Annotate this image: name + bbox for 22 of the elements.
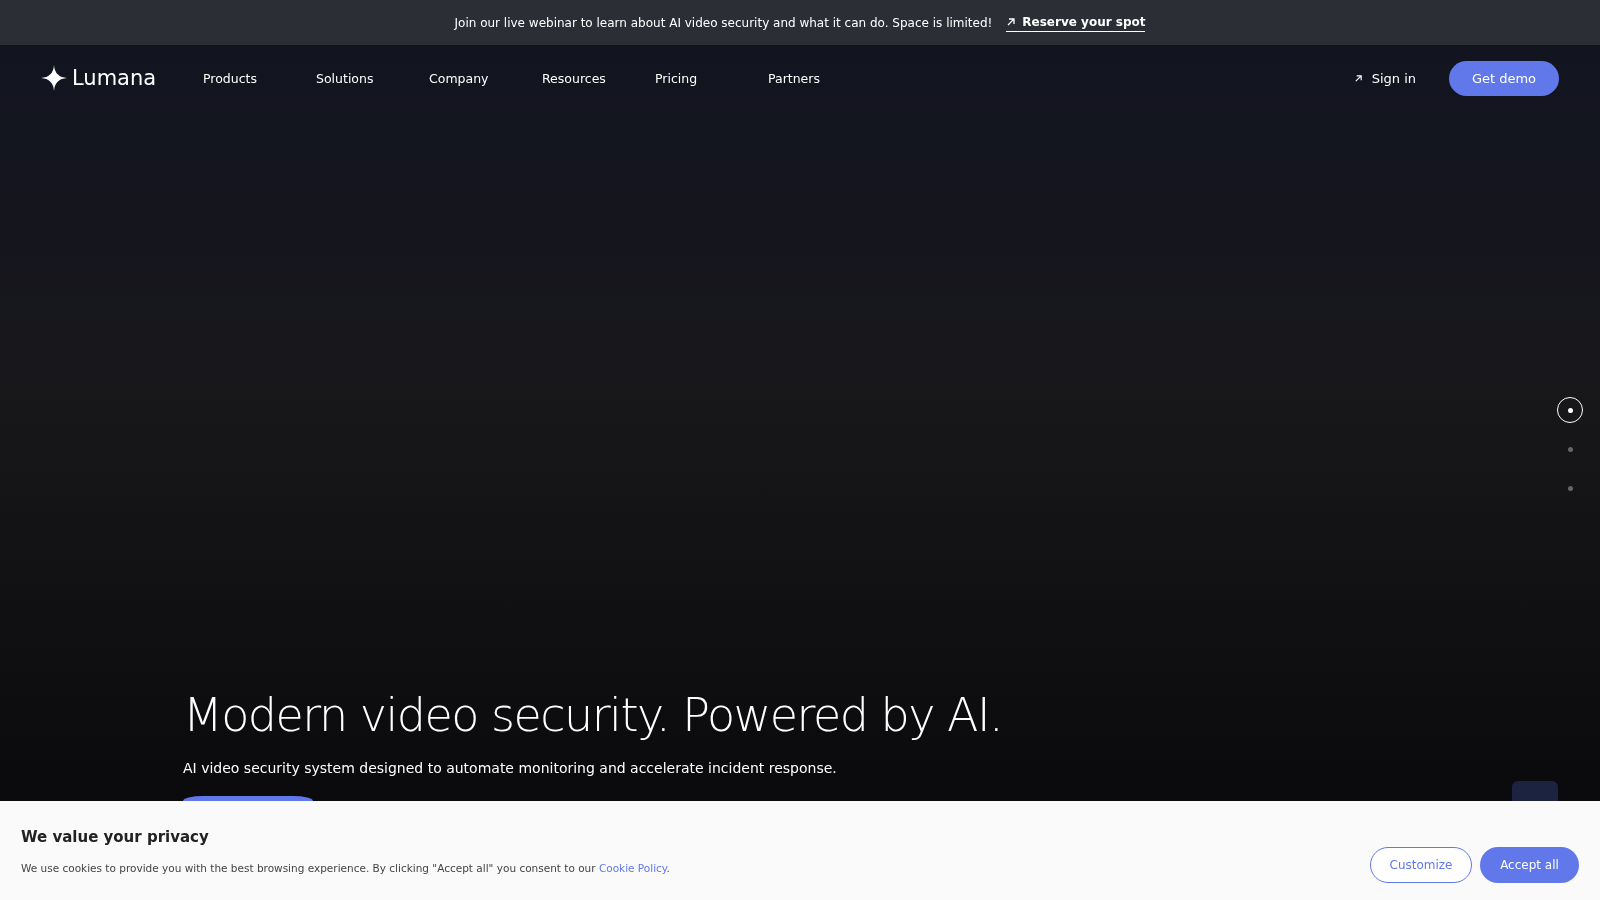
reserve-link[interactable]: Reserve your spot (1006, 13, 1146, 32)
nav-link[interactable]: Partners (768, 70, 881, 86)
announcement-text: Join our live webinar to learn about AI video security and what it can do. Space is limited! (454, 15, 993, 30)
hero-button[interactable] (183, 796, 313, 801)
sparkle-icon (41, 65, 67, 91)
nav-link[interactable]: Resources (542, 70, 655, 86)
sign-in-link[interactable]: Sign in (1353, 70, 1416, 86)
get-demo-button[interactable]: Get demo (1449, 60, 1559, 96)
cookie-policy-link[interactable]: Cookie Policy (598, 861, 667, 874)
cookie-title: We value your privacy (21, 827, 210, 846)
arrow-icon (1353, 73, 1363, 83)
cookie-text: We use cookies to provide you with the best browsing experience. By clicking "Accept all" you consent to our Cookie Policy. (21, 861, 670, 874)
hero-heading: Modern video security. Powered by AI. (183, 688, 1004, 742)
nav-link[interactable]: Company (429, 70, 542, 86)
nav-link[interactable]: Products (203, 70, 316, 86)
accept-button[interactable]: Accept all (1480, 846, 1579, 883)
nav-link[interactable]: Pricing (655, 70, 768, 86)
logo-link[interactable]: Lumana (41, 65, 203, 91)
customize-button[interactable]: Customize (1370, 846, 1472, 883)
nav-link[interactable]: Solutions (316, 70, 429, 86)
hero-subheading: AI video security system designed to automate monitoring and accelerate incident response. (183, 760, 838, 776)
arrow-icon (1006, 17, 1017, 27)
